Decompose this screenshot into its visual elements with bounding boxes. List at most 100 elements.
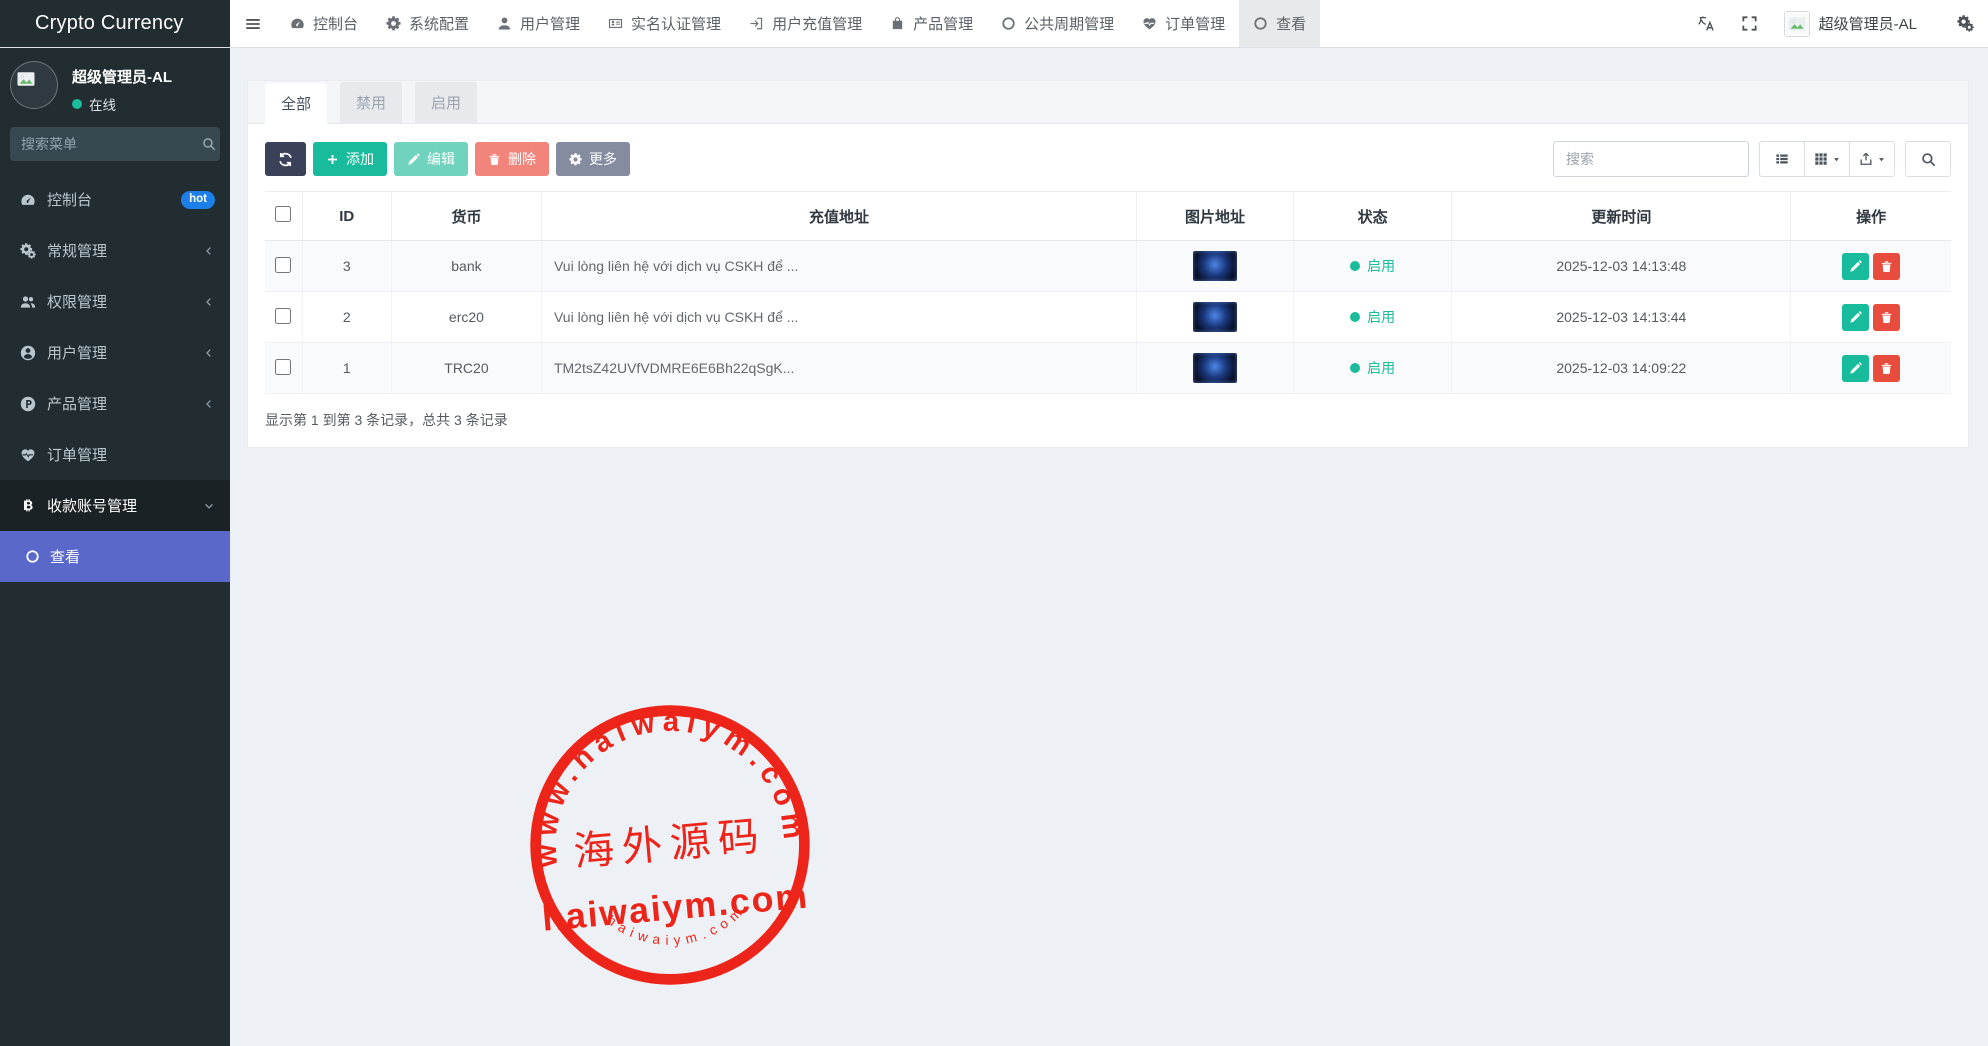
topnav-item-system-config[interactable]: 系统配置 [372,0,483,47]
avatar[interactable] [10,61,58,109]
sidebar-username: 超级管理员-AL [72,66,172,87]
circle-icon [1001,16,1016,31]
menu-label: 查看 [50,546,80,567]
menu-label: 常规管理 [47,240,107,261]
row-edit-button[interactable] [1842,304,1869,331]
sidebar-item-view[interactable]: 查看 [0,531,230,582]
toolbar: 添加 编辑 删除 更多 [265,141,1951,177]
menu-label: 权限管理 [47,291,107,312]
row-edit-button[interactable] [1842,355,1869,382]
topnav-item-dashboard[interactable]: 控制台 [276,0,372,47]
column-header-updated[interactable]: 更新时间 [1452,192,1791,241]
refresh-button[interactable] [265,142,306,176]
heartbeat-icon [1142,16,1157,31]
row-delete-button[interactable] [1873,304,1900,331]
more-button[interactable]: 更多 [556,142,630,176]
table-search-input[interactable] [1553,141,1749,177]
cell-status: 启用 [1293,292,1451,343]
watermark-stamp: www.haiwaiym.com 海外源码 haiwaiym.com haiwa… [513,688,827,1002]
delete-button[interactable]: 删除 [475,142,549,176]
tab-all[interactable]: 全部 [265,83,327,124]
row-checkbox[interactable] [275,308,291,324]
card-body: 添加 编辑 删除 更多 [248,124,1968,447]
sidebar-item-general-mgmt[interactable]: 常规管理 [0,225,230,276]
row-delete-button[interactable] [1873,355,1900,382]
export-button[interactable] [1849,141,1895,177]
menu-label: 控制台 [47,189,92,210]
menu-search-input[interactable] [21,136,202,152]
tab-disabled[interactable]: 禁用 [340,82,402,123]
watermark-main-text: haiwaiym.com [540,876,810,939]
table-row[interactable]: 3 bank Vui lòng liên hệ với dịch vụ CSKH… [265,241,1951,292]
add-button[interactable]: 添加 [313,142,387,176]
topnav-item-order-mgmt[interactable]: 订单管理 [1128,0,1239,47]
column-header-address[interactable]: 充值地址 [541,192,1136,241]
record-summary: 显示第 1 到第 3 条记录，总共 3 条记录 [265,410,1951,430]
user-circle-icon [18,345,37,361]
sidebar-toggle-button[interactable] [230,0,276,47]
topnav-item-view[interactable]: 查看 [1239,0,1320,47]
topnav-item-user-recharge[interactable]: 用户充值管理 [735,0,876,47]
row-delete-button[interactable] [1873,253,1900,280]
topnav-item-user-mgmt[interactable]: 用户管理 [483,0,594,47]
svg-text:www.haiwaiym.com: www.haiwaiym.com [519,694,810,870]
row-edit-button[interactable] [1842,253,1869,280]
coin-image[interactable] [1193,302,1237,332]
menu-label: 收款账号管理 [47,495,137,516]
coin-image[interactable] [1193,353,1237,383]
sign-in-icon [749,16,764,31]
topnav-label: 产品管理 [913,13,973,34]
cell-address: Vui lòng liên hệ với dịch vụ CSKH để ... [541,241,1136,292]
row-checkbox[interactable] [275,257,291,273]
chevron-left-icon [203,296,215,308]
button-label: 删除 [508,149,536,169]
cell-id: 3 [302,241,391,292]
select-all-checkbox[interactable] [275,206,291,222]
topnav-item-realname-auth[interactable]: 实名认证管理 [594,0,735,47]
gauge-icon [18,192,37,208]
table-row[interactable]: 1 TRC20 TM2tsZ42UVfVDMRE6E6Bh22qSgK... 启… [265,343,1951,394]
cell-currency: bank [391,241,541,292]
coin-image[interactable] [1193,251,1237,281]
topnav-username[interactable]: 超级管理员-AL [1819,13,1917,34]
heartbeat-icon [18,447,37,463]
cell-status: 启用 [1293,343,1451,394]
edit-button[interactable]: 编辑 [394,142,468,176]
tab-enabled[interactable]: 启用 [415,82,477,123]
sidebar-item-product-mgmt[interactable]: 产品管理 [0,378,230,429]
cell-updated: 2025-12-03 14:09:22 [1452,343,1791,394]
topnav-item-product-mgmt[interactable]: 产品管理 [876,0,987,47]
caret-down-icon [1877,155,1886,164]
button-label: 添加 [346,149,374,169]
settings-cogs-button[interactable] [1957,15,1974,32]
pencil-icon [407,153,420,166]
column-header-id[interactable]: ID [302,192,391,241]
caret-down-icon [1832,155,1841,164]
sidebar-item-permission-mgmt[interactable]: 权限管理 [0,276,230,327]
table-row[interactable]: 2 erc20 Vui lòng liên hệ với dịch vụ CSK… [265,292,1951,343]
search-toggle-button[interactable] [1905,141,1951,177]
topnav-label: 系统配置 [409,13,469,34]
sidebar-item-payment-account-mgmt[interactable]: 收款账号管理 [0,480,230,531]
table-header-row: ID 货币 充值地址 图片地址 状态 更新时间 操作 [265,192,1951,241]
list-detail-icon [1775,152,1789,166]
avatar[interactable] [1784,11,1810,37]
sidebar-menu: 控制台hot 常规管理 权限管理 用户管理 产品管理 订单管理 收款账号管理 查… [0,174,230,582]
translate-button[interactable] [1698,15,1715,32]
sidebar-item-order-mgmt[interactable]: 订单管理 [0,429,230,480]
topnav-item-public-cycle[interactable]: 公共周期管理 [987,0,1128,47]
online-dot-icon [72,99,82,109]
detail-view-button[interactable] [1759,141,1805,177]
chevron-left-icon [203,245,215,257]
sidebar-item-dashboard[interactable]: 控制台hot [0,174,230,225]
topnav-label: 用户管理 [520,13,580,34]
column-header-currency[interactable]: 货币 [391,192,541,241]
sidebar-item-user-mgmt[interactable]: 用户管理 [0,327,230,378]
fullscreen-button[interactable] [1741,15,1758,32]
column-header-image[interactable]: 图片地址 [1137,192,1294,241]
column-header-status[interactable]: 状态 [1293,192,1451,241]
row-checkbox[interactable] [275,359,291,375]
columns-button[interactable] [1804,141,1850,177]
cell-currency: TRC20 [391,343,541,394]
button-label: 更多 [589,149,617,169]
